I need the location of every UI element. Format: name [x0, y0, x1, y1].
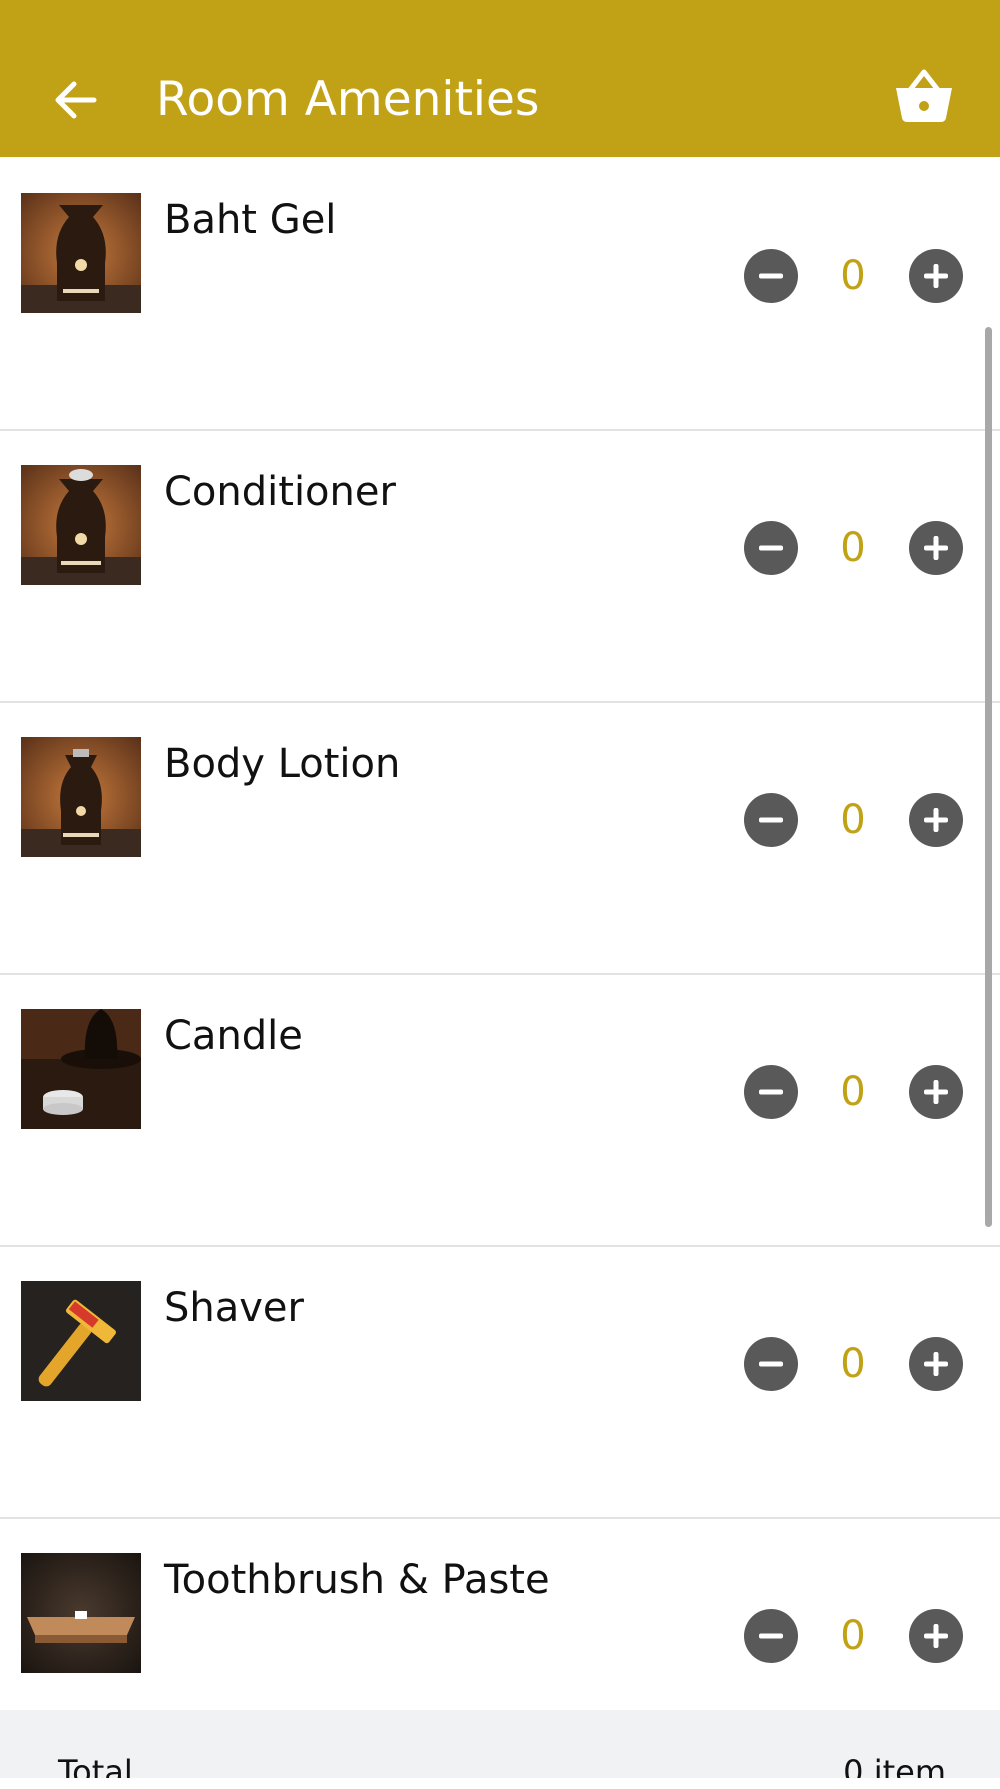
increase-button[interactable]: [909, 1337, 963, 1391]
decrease-button[interactable]: [744, 521, 798, 575]
plus-icon: [924, 808, 948, 832]
increase-button[interactable]: [909, 1065, 963, 1119]
decrease-button[interactable]: [744, 1337, 798, 1391]
total-bar: Total 0 item: [0, 1710, 1000, 1778]
back-button[interactable]: [48, 72, 104, 128]
minus-icon: [759, 1089, 783, 1095]
quantity-value: 0: [840, 797, 866, 843]
increase-button[interactable]: [909, 521, 963, 575]
plus-icon: [924, 1624, 948, 1648]
app-header: Room Amenities: [0, 0, 1000, 157]
quantity-value: 0: [840, 1069, 866, 1115]
plus-icon: [924, 264, 948, 288]
item-name: Toothbrush & Paste: [164, 1557, 550, 1603]
plus-icon: [924, 1080, 948, 1104]
minus-icon: [759, 1633, 783, 1639]
item-name: Candle: [164, 1013, 303, 1059]
decrease-button[interactable]: [744, 249, 798, 303]
list-item: Shaver 0: [0, 1245, 1000, 1519]
decrease-button[interactable]: [744, 1609, 798, 1663]
total-label: Total: [58, 1753, 133, 1778]
page-title: Room Amenities: [156, 72, 540, 127]
item-image: [21, 465, 141, 585]
item-image: [21, 1553, 141, 1673]
increase-button[interactable]: [909, 249, 963, 303]
decrease-button[interactable]: [744, 793, 798, 847]
decrease-button[interactable]: [744, 1065, 798, 1119]
list-item: Conditioner 0: [0, 429, 1000, 703]
item-image: [21, 1281, 141, 1401]
minus-icon: [759, 273, 783, 279]
scrollbar[interactable]: [985, 327, 992, 1227]
item-name: Baht Gel: [164, 197, 337, 243]
increase-button[interactable]: [909, 1609, 963, 1663]
minus-icon: [759, 817, 783, 823]
basket-icon: [896, 69, 952, 122]
list-item: Baht Gel 0: [0, 157, 1000, 431]
list-item: Candle 0: [0, 973, 1000, 1247]
cart-button[interactable]: [892, 66, 956, 126]
increase-button[interactable]: [909, 793, 963, 847]
quantity-value: 0: [840, 525, 866, 571]
item-name: Body Lotion: [164, 741, 401, 787]
arrow-left-icon: [55, 81, 97, 119]
plus-icon: [924, 536, 948, 560]
item-image: [21, 193, 141, 313]
item-name: Conditioner: [164, 469, 396, 515]
minus-icon: [759, 545, 783, 551]
plus-icon: [924, 1352, 948, 1376]
item-image: [21, 737, 141, 857]
quantity-value: 0: [840, 1613, 866, 1659]
quantity-value: 0: [840, 1341, 866, 1387]
minus-icon: [759, 1361, 783, 1367]
item-name: Shaver: [164, 1285, 304, 1331]
item-image: [21, 1009, 141, 1129]
total-count: 0 item: [843, 1753, 946, 1778]
list-item: Body Lotion 0: [0, 701, 1000, 975]
quantity-value: 0: [840, 253, 866, 299]
